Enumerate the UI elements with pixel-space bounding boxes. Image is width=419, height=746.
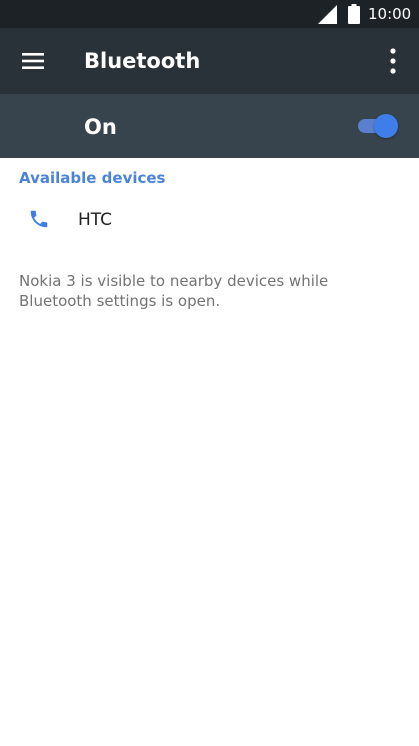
switch-label: On: [84, 115, 117, 139]
available-devices-header: Available devices: [19, 169, 166, 187]
device-list-item[interactable]: HTC: [0, 194, 419, 246]
phone-icon: [30, 210, 48, 228]
battery-icon: [348, 4, 360, 24]
status-clock: 10:00: [368, 5, 412, 23]
toggle-thumb: [374, 114, 398, 138]
page-title: Bluetooth: [84, 49, 201, 73]
bluetooth-toggle[interactable]: [356, 114, 398, 138]
app-toolbar: Bluetooth: [0, 28, 419, 94]
visibility-notice: Nokia 3 is visible to nearby devices whi…: [19, 272, 329, 310]
device-name: HTC: [78, 210, 113, 230]
overflow-menu-icon[interactable]: [381, 46, 405, 76]
menu-icon[interactable]: [20, 50, 46, 72]
status-bar: 10:00: [0, 0, 419, 28]
signal-icon: [318, 5, 337, 24]
bluetooth-master-switch-bar[interactable]: On: [0, 94, 419, 158]
